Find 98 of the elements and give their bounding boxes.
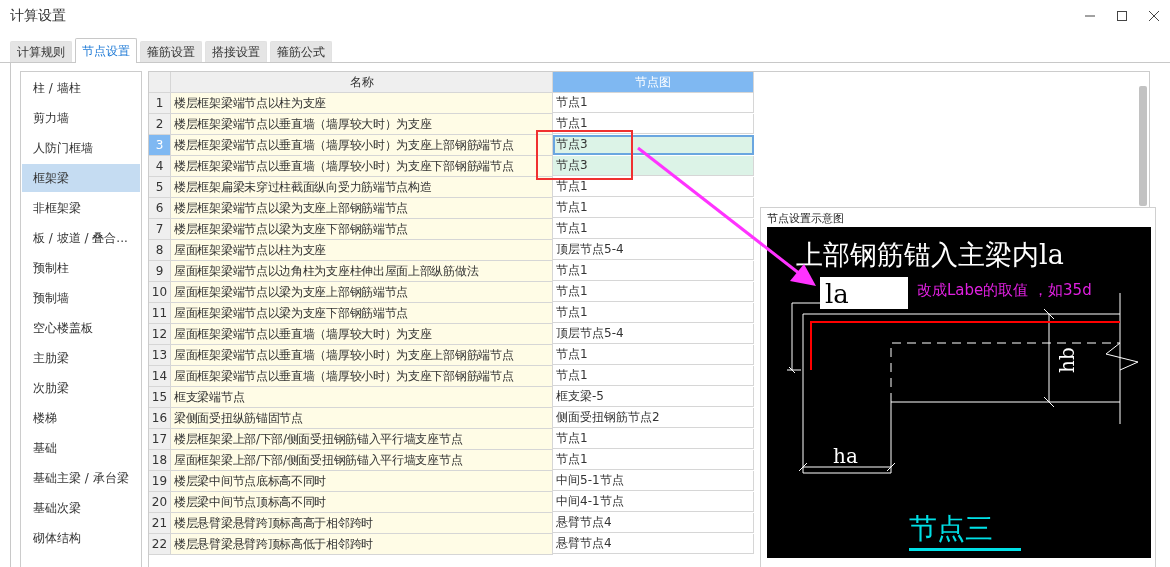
table-cell[interactable]: 节点3 <box>553 135 754 155</box>
table-cell: 框支梁端节点 <box>171 387 553 408</box>
row-number[interactable]: 10 <box>149 282 171 303</box>
table-cell[interactable]: 节点1 <box>553 114 754 134</box>
table-cell: 屋面框架梁端节点以垂直墙（墙厚较大时）为支座 <box>171 324 553 345</box>
row-number[interactable]: 7 <box>149 219 171 240</box>
row-number[interactable]: 4 <box>149 156 171 177</box>
diagram-heading: 上部钢筋锚入主梁内la <box>796 239 1064 270</box>
table-cell[interactable]: 顶层节点5-4 <box>553 324 754 344</box>
table-cell[interactable]: 节点1 <box>553 450 754 470</box>
table-cell[interactable]: 节点1 <box>553 261 754 281</box>
table-cell: 楼层梁中间节点顶标高不同时 <box>171 492 553 513</box>
table-cell: 屋面框架梁端节点以边角柱为支座柱伸出屋面上部纵筋做法 <box>171 261 553 282</box>
sidebar-item[interactable]: 板 / 坡道 / 叠合... <box>22 224 140 252</box>
table-cell[interactable]: 节点1 <box>553 366 754 386</box>
table-cell: 楼层框架扁梁未穿过柱截面纵向受力筋端节点构造 <box>171 177 553 198</box>
table-cell[interactable]: 中间5-1节点 <box>553 471 754 491</box>
window-title: 计算设置 <box>10 7 66 25</box>
row-number[interactable]: 22 <box>149 534 171 555</box>
row-number[interactable]: 14 <box>149 366 171 387</box>
anchor-label: la <box>825 279 849 309</box>
row-number[interactable]: 9 <box>149 261 171 282</box>
table-cell[interactable]: 悬臂节点4 <box>553 534 754 554</box>
tab[interactable]: 计算规则 <box>10 41 72 62</box>
row-number[interactable]: 5 <box>149 177 171 198</box>
table-cell: 屋面框架梁上部/下部/侧面受扭钢筋锚入平行墙支座节点 <box>171 450 553 471</box>
table-cell: 楼层框架梁端节点以垂直墙（墙厚较小时）为支座下部钢筋端节点 <box>171 156 553 177</box>
sidebar-item[interactable]: 人防门框墙 <box>22 134 140 162</box>
sidebar-item[interactable]: 基础主梁 / 承台梁 <box>22 464 140 492</box>
row-number[interactable]: 8 <box>149 240 171 261</box>
sidebar-item[interactable]: 非框架梁 <box>22 194 140 222</box>
table-cell[interactable]: 节点1 <box>553 219 754 239</box>
table-cell: 楼层框架梁端节点以柱为支座 <box>171 93 553 114</box>
table-cell[interactable]: 侧面受扭钢筋节点2 <box>553 408 754 428</box>
row-number[interactable]: 1 <box>149 93 171 114</box>
row-number[interactable]: 15 <box>149 387 171 408</box>
row-number[interactable]: 2 <box>149 114 171 135</box>
table-cell[interactable]: 节点1 <box>553 303 754 323</box>
table-cell: 楼层梁中间节点底标高不同时 <box>171 471 553 492</box>
sidebar-item[interactable]: 主肋梁 <box>22 344 140 372</box>
height-label: hb <box>1055 347 1079 373</box>
table-cell: 屋面框架梁端节点以梁为支座下部钢筋端节点 <box>171 303 553 324</box>
table-cell[interactable]: 节点3 <box>553 156 754 176</box>
row-number[interactable]: 16 <box>149 408 171 429</box>
table-cell: 屋面框架梁端节点以垂直墙（墙厚较小时）为支座下部钢筋端节点 <box>171 366 553 387</box>
sidebar-item[interactable]: 预制墙 <box>22 284 140 312</box>
sidebar-item[interactable]: 基础 <box>22 434 140 462</box>
table-cell: 屋面框架梁端节点以垂直墙（墙厚较小时）为支座上部钢筋端节点 <box>171 345 553 366</box>
tab[interactable]: 箍筋公式 <box>270 41 332 62</box>
row-number[interactable]: 20 <box>149 492 171 513</box>
row-number[interactable]: 13 <box>149 345 171 366</box>
sidebar-item[interactable]: 基础次梁 <box>22 494 140 522</box>
scrollbar[interactable] <box>1139 86 1147 206</box>
table-cell[interactable]: 悬臂节点4 <box>553 513 754 533</box>
sidebar-item[interactable]: 砌体结构 <box>22 524 140 552</box>
table-cell[interactable]: 中间4-1节点 <box>553 492 754 512</box>
table-cell: 屋面框架梁端节点以梁为支座上部钢筋端节点 <box>171 282 553 303</box>
preview-title: 节点设置示意图 <box>767 211 845 225</box>
table-cell: 楼层悬臂梁悬臂跨顶标高低于相邻跨时 <box>171 534 553 555</box>
table-cell: 楼层框架梁端节点以梁为支座上部钢筋端节点 <box>171 198 553 219</box>
sidebar-item[interactable]: 预制柱 <box>22 254 140 282</box>
annotation-note: 改成Labe的取值 ，如35d <box>917 281 1092 299</box>
table-cell[interactable]: 节点1 <box>553 198 754 218</box>
tab[interactable]: 箍筋设置 <box>140 41 202 62</box>
table-cell: 楼层悬臂梁悬臂跨顶标高高于相邻跨时 <box>171 513 553 534</box>
close-icon <box>1148 10 1160 22</box>
table-cell: 梁侧面受扭纵筋锚固节点 <box>171 408 553 429</box>
sidebar-item[interactable]: 楼梯 <box>22 404 140 432</box>
table-cell: 屋面框架梁端节点以柱为支座 <box>171 240 553 261</box>
tab[interactable]: 节点设置 <box>75 38 137 63</box>
sidebar-item[interactable]: 空心楼盖板 <box>22 314 140 342</box>
tab[interactable]: 搭接设置 <box>205 41 267 62</box>
table-cell: 楼层框架梁端节点以垂直墙（墙厚较大时）为支座 <box>171 114 553 135</box>
sidebar-item[interactable]: 框架梁 <box>22 164 140 192</box>
table-cell[interactable]: 节点1 <box>553 93 754 113</box>
row-number[interactable]: 21 <box>149 513 171 534</box>
row-number[interactable]: 19 <box>149 471 171 492</box>
table-cell[interactable]: 节点1 <box>553 177 754 197</box>
row-number[interactable]: 6 <box>149 198 171 219</box>
table-cell[interactable]: 节点1 <box>553 345 754 365</box>
table-cell[interactable]: 顶层节点5-4 <box>553 240 754 260</box>
table-cell: 楼层框架梁端节点以垂直墙（墙厚较小时）为支座上部钢筋端节点 <box>171 135 553 156</box>
row-number[interactable]: 11 <box>149 303 171 324</box>
sidebar-item[interactable]: 次肋梁 <box>22 374 140 402</box>
sidebar-item[interactable]: 柱 / 墙柱 <box>22 74 140 102</box>
table-cell: 楼层框架梁上部/下部/侧面受扭钢筋锚入平行墙支座节点 <box>171 429 553 450</box>
row-number[interactable]: 18 <box>149 450 171 471</box>
table-cell[interactable]: 节点1 <box>553 429 754 449</box>
table-cell: 楼层框架梁端节点以梁为支座下部钢筋端节点 <box>171 219 553 240</box>
width-label: ha <box>833 444 858 468</box>
row-number[interactable]: 17 <box>149 429 171 450</box>
column-header[interactable]: 名称 <box>171 72 553 93</box>
table-cell[interactable]: 节点1 <box>553 282 754 302</box>
diagram-caption: 节点三 <box>909 512 993 545</box>
sidebar-item[interactable]: 剪力墙 <box>22 104 140 132</box>
maximize-icon <box>1116 10 1128 22</box>
table-cell[interactable]: 框支梁-5 <box>553 387 754 407</box>
row-number[interactable]: 12 <box>149 324 171 345</box>
